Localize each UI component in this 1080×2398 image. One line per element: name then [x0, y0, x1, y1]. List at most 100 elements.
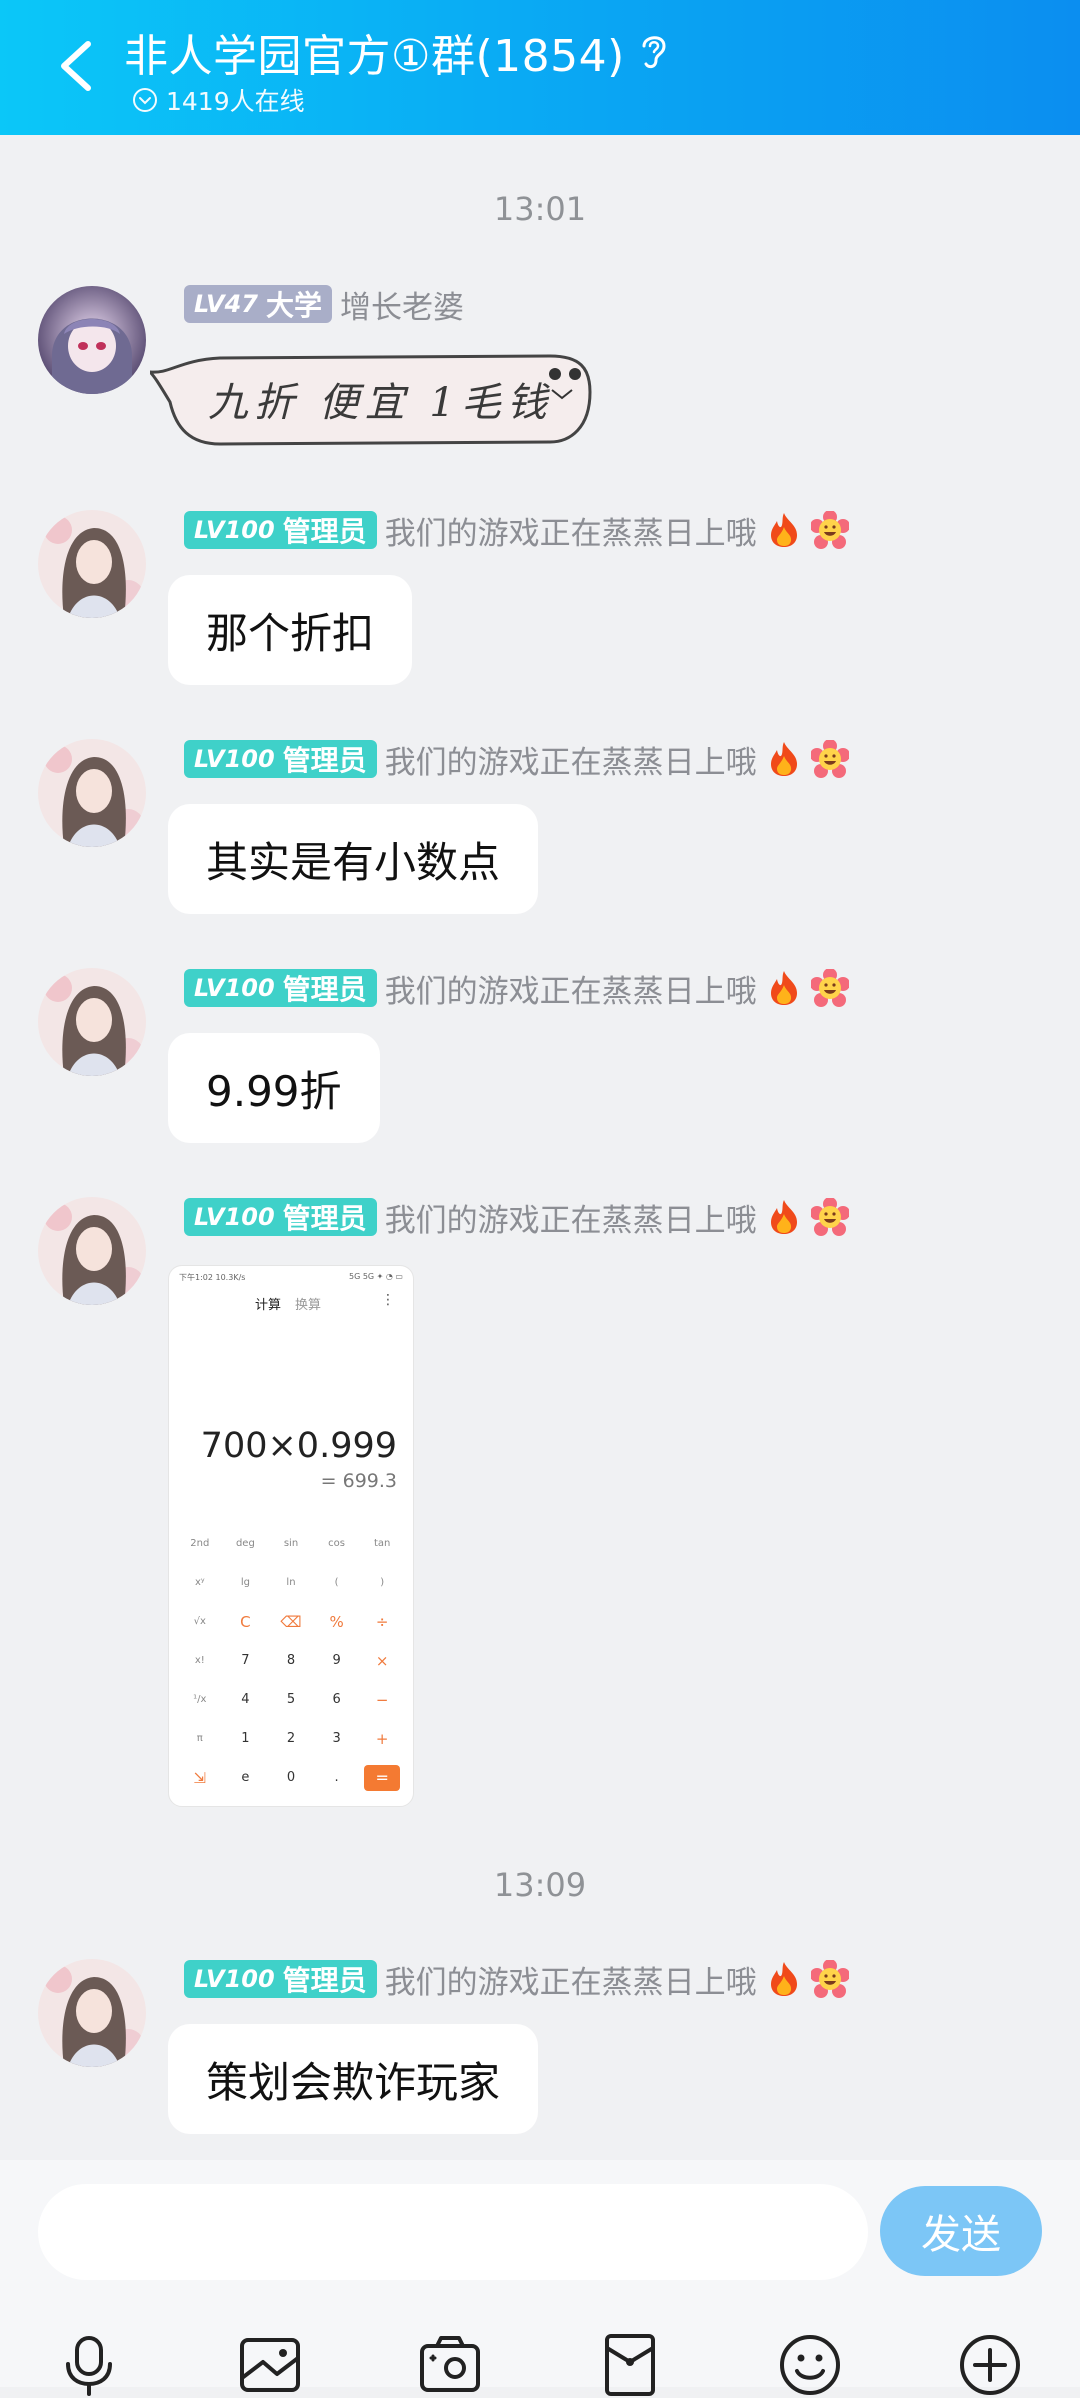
chat-header: 非人学园官方①群(1854) 1419人在线: [0, 0, 1080, 135]
more-menu-icon: ⋮: [381, 1292, 395, 1308]
online-count[interactable]: 1419人在线: [132, 82, 305, 118]
sender-nickname[interactable]: 我们的游戏正在蒸蒸日上哦: [385, 737, 757, 782]
calculator-keypad: 2nd deg sin cos tan xʸ lg ln () √x C ⌫% ÷ x! 7 8 9 × ¹/x 4 5…: [177, 1524, 405, 1797]
calculator-key: 8: [286, 1653, 296, 1668]
fire-icon: [770, 513, 797, 547]
image-status-bar: 下午1:02 10.3K/s 5G 5G ✦ ◔ ▭: [179, 1272, 403, 1282]
flower-face-icon: [810, 740, 849, 778]
avatar[interactable]: [38, 1959, 146, 2067]
calculator-key: −: [375, 1690, 389, 1709]
red-packet-icon[interactable]: [597, 2332, 663, 2398]
send-button[interactable]: 发送: [880, 2186, 1042, 2276]
calculator-key: 9: [332, 1653, 341, 1668]
back-arrow-icon[interactable]: [52, 36, 102, 96]
timestamp: 13:01: [493, 190, 587, 228]
message-input[interactable]: [38, 2184, 868, 2280]
flower-face-icon: [810, 969, 849, 1007]
message-meta: LV100 管理员 我们的游戏正在蒸蒸日上哦: [184, 737, 849, 782]
group-title[interactable]: 非人学园官方①群(1854): [124, 20, 625, 84]
calculator-key: 7: [241, 1653, 250, 1668]
photo-icon[interactable]: [237, 2332, 303, 2398]
sticker-text: 九折 便宜 1毛钱: [208, 380, 553, 426]
calculator-key: 2: [286, 1731, 296, 1746]
calculator-key: 6: [332, 1692, 341, 1707]
avatar[interactable]: [38, 1197, 146, 1305]
message-bubble[interactable]: 那个折扣: [168, 575, 413, 685]
message-text: 那个折扣: [206, 608, 375, 658]
calculator-key: xʸ: [194, 1577, 205, 1588]
flower-face-icon: [810, 1960, 849, 1998]
message-meta: LV100 管理员 我们的游戏正在蒸蒸日上哦: [184, 1195, 849, 1240]
calculator-key: ln: [286, 1577, 296, 1588]
sticker-message[interactable]: 九折 便宜 1毛钱: [150, 352, 595, 452]
avatar[interactable]: [38, 286, 146, 394]
sender-nickname[interactable]: 我们的游戏正在蒸蒸日上哦: [385, 966, 757, 1011]
message-bubble[interactable]: 其实是有小数点: [168, 804, 539, 914]
calculator-key: ⇲: [193, 1768, 207, 1787]
calculator-result: = 699.3: [320, 1470, 397, 1492]
level-badge: LV47 大学: [184, 285, 332, 323]
calculator-key: 4: [241, 1692, 250, 1707]
calculator-key: ×: [375, 1651, 389, 1670]
avatar[interactable]: [38, 739, 146, 847]
calculator-tabs: 计算 换算: [255, 1298, 322, 1313]
calculator-key: π: [196, 1733, 203, 1744]
avatar[interactable]: [38, 510, 146, 618]
calculator-key: e: [241, 1770, 250, 1785]
calculator-key: deg: [235, 1538, 255, 1549]
calculator-key: ⌫: [280, 1612, 302, 1631]
fire-icon: [770, 1200, 797, 1234]
flower-face-icon: [810, 1198, 849, 1236]
message-meta: LV100 管理员 我们的游戏正在蒸蒸日上哦: [184, 1957, 849, 2002]
message-text: 9.99折: [206, 1066, 342, 1116]
camera-icon[interactable]: [417, 2332, 483, 2398]
admin-badge: LV100 管理员: [184, 1960, 377, 1998]
online-count-text: 1419人在线: [166, 87, 305, 116]
admin-badge: LV100 管理员: [184, 740, 377, 778]
calculator-key: 1: [241, 1731, 250, 1746]
calculator-key: cos: [328, 1538, 345, 1549]
emoji-icon[interactable]: [777, 2332, 843, 2398]
sender-nickname[interactable]: 我们的游戏正在蒸蒸日上哦: [385, 1957, 757, 2002]
calculator-key: .: [334, 1770, 339, 1785]
calculator-key: 0: [286, 1770, 296, 1785]
calculator-key: lg: [240, 1577, 250, 1588]
ear-icon[interactable]: [636, 30, 672, 72]
calculator-key: C: [240, 1612, 251, 1631]
calculator-key: sin: [283, 1538, 299, 1549]
plus-icon[interactable]: [957, 2332, 1023, 2398]
message-bubble[interactable]: 9.99折: [168, 1033, 380, 1143]
calculator-key: 2nd: [190, 1538, 210, 1549]
admin-badge: LV100 管理员: [184, 1198, 377, 1236]
calculator-key: 3: [332, 1731, 341, 1746]
calculator-key: x!: [194, 1655, 205, 1666]
calculator-key: +: [375, 1729, 389, 1748]
calculator-key: tan: [373, 1538, 391, 1549]
calculator-key: =: [359, 1758, 405, 1797]
calculator-key: ÷: [375, 1612, 389, 1631]
message-text: 策划会欺诈玩家: [206, 2057, 501, 2107]
chevron-circle-icon: [133, 88, 157, 112]
admin-badge: LV100 管理员: [184, 969, 377, 1007]
flower-face-icon: [810, 511, 849, 549]
admin-badge: LV100 管理员: [184, 511, 377, 549]
composer-area: 发送: [0, 2160, 1080, 2396]
message-meta: LV47 大学 增长老婆: [184, 282, 464, 327]
fire-icon: [770, 1962, 797, 1996]
sender-nickname[interactable]: 我们的游戏正在蒸蒸日上哦: [385, 1195, 757, 1240]
sender-nickname[interactable]: 增长老婆: [340, 282, 464, 327]
calculator-key: (: [334, 1577, 339, 1588]
message-meta: LV100 管理员 我们的游戏正在蒸蒸日上哦: [184, 966, 849, 1011]
message-bubble[interactable]: 策划会欺诈玩家: [168, 2024, 539, 2134]
calculator-screenshot-image[interactable]: 下午1:02 10.3K/s 5G 5G ✦ ◔ ▭ 计算 换算 ⋮ 700×0…: [168, 1265, 414, 1807]
fire-icon: [770, 742, 797, 776]
calculator-key: %: [329, 1612, 344, 1631]
sender-nickname[interactable]: 我们的游戏正在蒸蒸日上哦: [385, 508, 757, 553]
calculator-expression: 700×0.999: [200, 1426, 397, 1466]
avatar[interactable]: [38, 968, 146, 1076]
fire-icon: [770, 971, 797, 1005]
microphone-icon[interactable]: [56, 2332, 122, 2398]
message-text: 其实是有小数点: [206, 837, 501, 887]
timestamp: 13:09: [493, 1866, 587, 1904]
calculator-key: ): [380, 1577, 385, 1588]
